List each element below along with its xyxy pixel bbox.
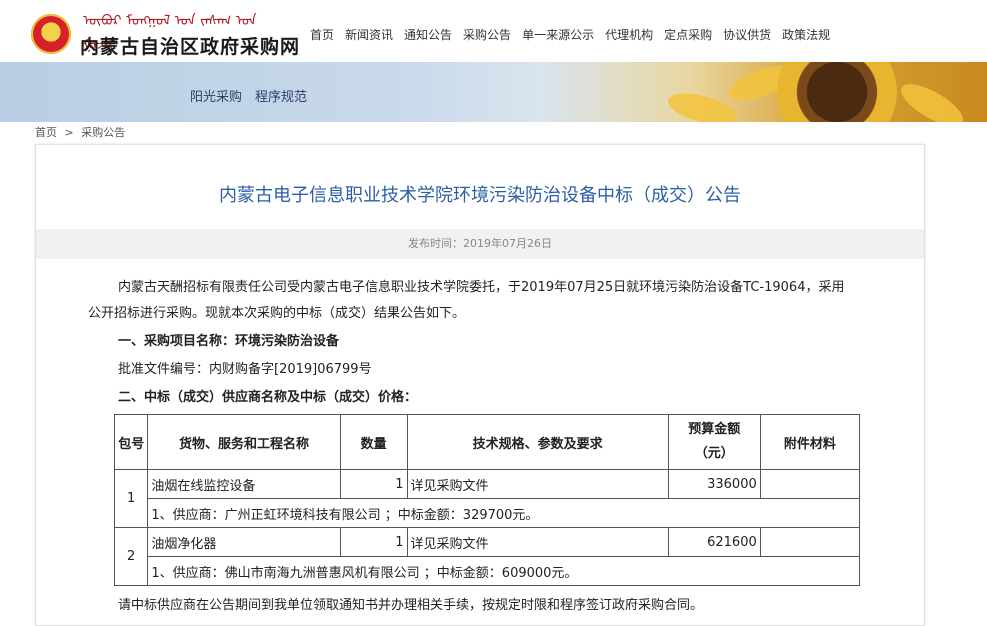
header-qty: 数量 [339, 414, 408, 470]
site-title[interactable]: 内蒙古自治区政府采购网 [80, 32, 300, 59]
main-nav: 首页 新闻资讯 通知公告 采购公告 单一来源公示 代理机构 定点采购 协议供货 … [300, 26, 841, 46]
intro-paragraph-line2: 公开招标进行采购。现就本次采购的中标（成交）结果公告如下。 [88, 306, 466, 321]
table-row: 1、供应商：佛山市南海九洲普惠风机有限公司 ；中标金额：609000元。 [115, 556, 860, 586]
table-row: 1、供应商：广州正虹环境科技有限公司 ；中标金额：329700元。 [115, 498, 860, 528]
item-quantity: 1 [339, 527, 408, 557]
nav-notices[interactable]: 通知公告 [404, 26, 452, 46]
mongolian-script-text: ᠦᠪᠦᠷ ᠮᠣᠩᠭᠣᠯ ᠤᠨ ᠵᠠᠰᠠᠭ ᠤᠨ ᠭᠠᠵᠠᠷ [83, 13, 257, 53]
item-name: 油烟在线监控设备 [147, 469, 341, 499]
header-item: 货物、服务和工程名称 [147, 414, 341, 470]
table-row: 1 油烟在线监控设备 1 详见采购文件 336000 [113, 469, 861, 528]
national-emblem-icon[interactable] [31, 14, 71, 54]
nav-policies[interactable]: 政策法规 [782, 26, 830, 46]
article-panel: 内蒙古电子信息职业技术学院环境污染防治设备中标（成交）公告 发布时间：2019年… [35, 144, 925, 626]
table-header-row: 包号 货物、服务和工程名称 数量 技术规格、参数及要求 预算金额 （元） 附件材… [113, 414, 861, 470]
nav-agreement-supply[interactable]: 协议供货 [723, 26, 771, 46]
item-attachment [759, 469, 861, 499]
sunflower-center [767, 62, 907, 122]
package-number: 2 [113, 527, 149, 586]
nav-home[interactable]: 首页 [310, 26, 334, 46]
footer-note: 请中标供应商在公告期间到我单位领取通知书并办理相关手续，按规定时限和程序签订政府… [118, 598, 704, 613]
approval-number: 批准文件编号：内财购备字[2019]06799号 [118, 362, 372, 377]
item-budget: 621600 [667, 527, 761, 557]
item-quantity: 1 [339, 469, 408, 499]
item-spec: 详见采购文件 [406, 469, 669, 499]
nav-single-source[interactable]: 单一来源公示 [522, 26, 594, 46]
supplier-award: 1、供应商：佛山市南海九洲普惠风机有限公司 ；中标金额：609000元。 [147, 556, 860, 586]
header-package: 包号 [113, 414, 149, 470]
nav-agencies[interactable]: 代理机构 [605, 26, 653, 46]
item-attachment [759, 527, 861, 557]
supplier-award: 1、供应商：广州正虹环境科技有限公司 ；中标金额：329700元。 [147, 498, 860, 528]
publish-time: 发布时间：2019年07月26日 [36, 229, 924, 259]
header-attachment: 附件材料 [759, 414, 861, 470]
header-budget: 预算金额 （元） [667, 414, 761, 470]
item-spec: 详见采购文件 [406, 527, 669, 557]
breadcrumb: 首页 > 采购公告 [35, 124, 129, 140]
table-row: 2 油烟净化器 1 详见采购文件 621600 [113, 527, 861, 586]
nav-designated-procurement[interactable]: 定点采购 [664, 26, 712, 46]
breadcrumb-separator: > [64, 126, 74, 139]
nav-news[interactable]: 新闻资讯 [345, 26, 393, 46]
breadcrumb-home[interactable]: 首页 [35, 126, 57, 139]
header-spec: 技术规格、参数及要求 [406, 414, 669, 470]
package-number: 1 [113, 469, 149, 528]
nav-procurement-announcements[interactable]: 采购公告 [463, 26, 511, 46]
item-name: 油烟净化器 [147, 527, 341, 557]
award-table: 包号 货物、服务和工程名称 数量 技术规格、参数及要求 预算金额 （元） 附件材… [113, 414, 861, 586]
sunflower-banner: 阳光采购 程序规范 [0, 62, 987, 122]
section-project-name: 一、采购项目名称：环境污染防治设备 [118, 334, 340, 349]
site-header: ᠦᠪᠦᠷ ᠮᠣᠩᠭᠣᠯ ᠤᠨ ᠵᠠᠰᠠᠭ ᠤᠨ ᠭᠠᠵᠠᠷ 内蒙古自治区政府采购… [0, 0, 987, 62]
banner-slogan: 阳光采购 程序规范 [190, 90, 308, 105]
intro-paragraph-line1: 内蒙古天酬招标有限责任公司受内蒙古电子信息职业技术学院委托，于2019年07月2… [118, 280, 845, 295]
item-budget: 336000 [667, 469, 761, 499]
article-title: 内蒙古电子信息职业技术学院环境污染防治设备中标（成交）公告 [219, 185, 741, 206]
breadcrumb-current[interactable]: 采购公告 [81, 126, 125, 139]
section-winner-heading: 二、中标（成交）供应商名称及中标（成交）价格： [118, 390, 418, 405]
